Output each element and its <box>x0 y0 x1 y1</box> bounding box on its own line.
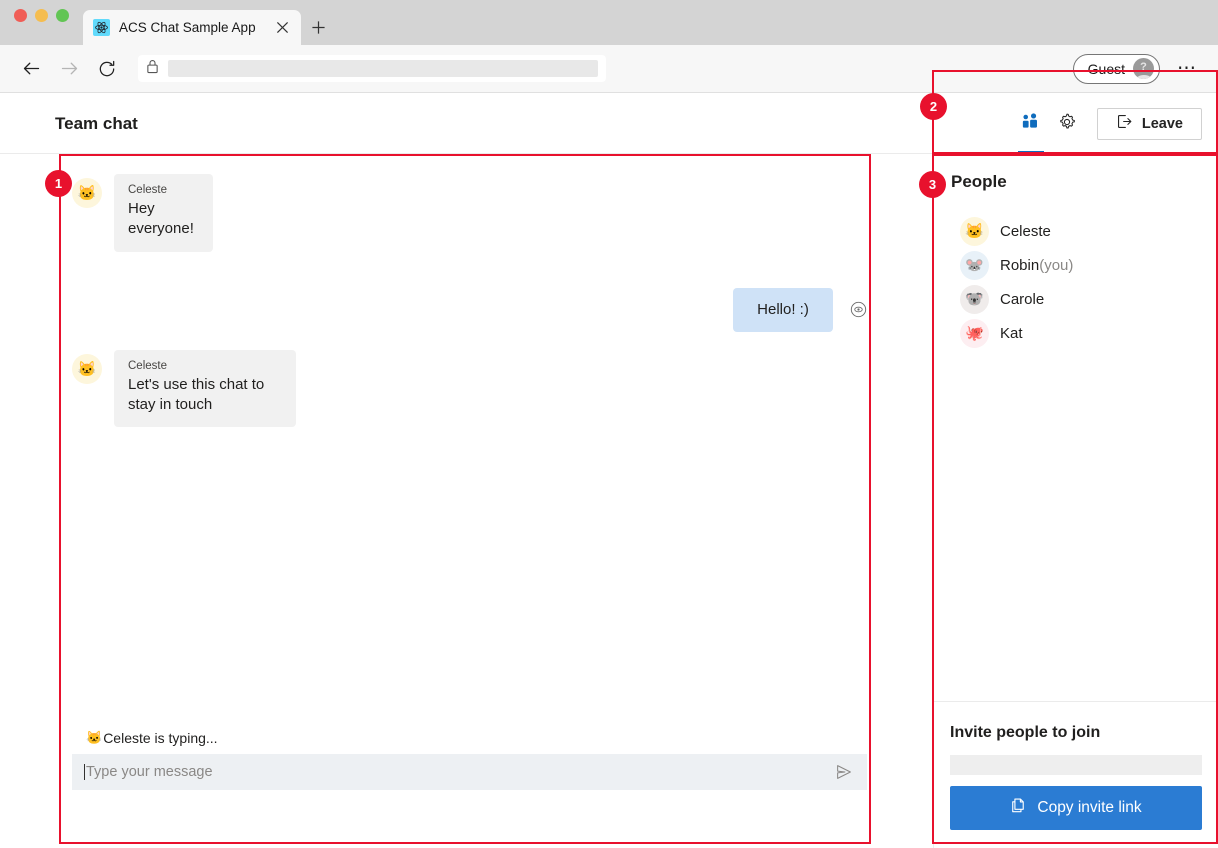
copy-invite-link-button[interactable]: Copy invite link <box>950 786 1202 830</box>
chat-header: Team chat <box>0 94 933 154</box>
person-suffix: (you) <box>1039 256 1074 274</box>
person-name: Kat <box>1000 324 1023 342</box>
typing-avatar-icon: 🐱 <box>86 730 103 745</box>
message-sender: Celeste <box>128 359 167 372</box>
message-bubble: Celeste Let's use this chat to stay in t… <box>114 349 296 428</box>
message-bubble-outgoing: Hello! :) <box>733 287 833 332</box>
plus-icon[interactable] <box>301 10 335 45</box>
app-page: Team chat 🐱 Celeste Hey everyone! Hello!… <box>0 94 1218 848</box>
message-item: 🐱 Celeste Hey everyone! <box>72 174 867 252</box>
person-name: Carole <box>1000 290 1045 308</box>
typing-text: Celeste is typing... <box>103 730 218 746</box>
browser-titlebar: ACS Chat Sample App <box>0 0 1218 45</box>
sign-out-icon <box>1116 113 1133 135</box>
avatar: 🐨 <box>960 284 989 314</box>
annotation-badge-2: 2 <box>920 93 947 120</box>
close-window-button[interactable] <box>14 9 27 22</box>
invite-section: Invite people to join Copy invite link <box>934 701 1218 848</box>
react-logo-icon <box>93 19 110 36</box>
message-text: Let's use this chat to stay in touch <box>128 375 265 413</box>
guest-avatar-icon: ? <box>1133 58 1155 79</box>
avatar: 🐱 <box>72 353 102 384</box>
avatar: 🐱 <box>72 178 102 208</box>
browser-window: ACS Chat Sample App Guest ? ⋯ Team chat … <box>0 0 1218 848</box>
close-icon[interactable] <box>273 19 291 37</box>
seen-icon <box>850 301 867 318</box>
badge-label: 3 <box>928 177 937 192</box>
panel-tabbar: Leave <box>934 94 1218 154</box>
chat-body: 🐱 Celeste Hey everyone! Hello! :) 🐱 Cele… <box>0 154 933 848</box>
chat-column: Team chat 🐱 Celeste Hey everyone! Hello!… <box>0 94 933 848</box>
copy-invite-link-label: Copy invite link <box>1037 799 1142 816</box>
message-composer[interactable]: Type your message <box>72 754 867 790</box>
message-item: 🐱 Celeste Let's use this chat to stay in… <box>72 349 867 428</box>
person-name: Celeste <box>1000 222 1051 240</box>
person-name: Robin <box>1000 256 1040 274</box>
invite-link-field[interactable] <box>950 755 1202 775</box>
people-list: 🐱 Celeste 🐭 Robin (you) 🐨 Carole 🐙 Kat <box>934 192 1218 701</box>
leave-button[interactable]: Leave <box>1096 107 1202 140</box>
message-sender: Celeste <box>128 184 167 196</box>
list-item[interactable]: 🐱 Celeste <box>960 214 1218 248</box>
copy-icon <box>1010 797 1027 819</box>
ellipsis-icon[interactable]: ⋯ <box>1170 52 1204 86</box>
list-item[interactable]: 🐨 Carole <box>960 282 1218 316</box>
message-list: 🐱 Celeste Hey everyone! Hello! :) 🐱 Cele… <box>72 154 867 728</box>
badge-label: 2 <box>929 99 938 114</box>
arrow-right-icon <box>52 52 86 86</box>
message-item: Hello! :) <box>72 287 867 332</box>
annotation-badge-1: 1 <box>45 170 72 197</box>
people-icon[interactable] <box>1015 100 1047 154</box>
profile-label: Guest <box>1087 60 1126 77</box>
arrow-left-icon[interactable] <box>14 52 48 86</box>
message-text: Hello! :) <box>757 300 809 318</box>
message-input-placeholder[interactable]: Type your message <box>86 764 213 780</box>
people-title: People <box>951 172 1007 191</box>
page-title: Team chat <box>55 113 138 133</box>
list-item[interactable]: 🐭 Robin (you) <box>960 248 1218 282</box>
maximize-window-button[interactable] <box>56 9 69 22</box>
people-panel: Leave People 🐱 Celeste 🐭 Robin (you) 🐨 C… <box>933 94 1218 848</box>
avatar: 🐙 <box>960 318 989 348</box>
annotation-badge-3: 3 <box>919 171 946 198</box>
typing-indicator: 🐱 Celeste is typing... <box>72 728 867 754</box>
address-input[interactable] <box>168 60 599 77</box>
minimize-window-button[interactable] <box>35 9 48 22</box>
text-caret <box>84 764 85 780</box>
lock-icon <box>146 59 159 79</box>
address-bar[interactable] <box>138 55 607 82</box>
gear-icon[interactable] <box>1051 100 1083 147</box>
avatar: 🐭 <box>960 250 989 280</box>
profile-button[interactable]: Guest ? <box>1072 53 1161 84</box>
browser-tab[interactable]: ACS Chat Sample App <box>83 10 301 45</box>
browser-toolbar: Guest ? ⋯ <box>0 45 1218 93</box>
avatar: 🐱 <box>960 216 989 246</box>
send-icon[interactable] <box>831 759 857 785</box>
message-bubble: Celeste Hey everyone! <box>114 174 213 252</box>
tab-title: ACS Chat Sample App <box>119 20 256 35</box>
message-text: Hey everyone! <box>128 200 194 238</box>
badge-label: 1 <box>54 176 63 191</box>
invite-title: Invite people to join <box>950 724 1101 741</box>
list-item[interactable]: 🐙 Kat <box>960 316 1218 350</box>
reload-icon[interactable] <box>90 52 124 86</box>
leave-label: Leave <box>1141 115 1183 132</box>
window-controls <box>14 0 69 45</box>
